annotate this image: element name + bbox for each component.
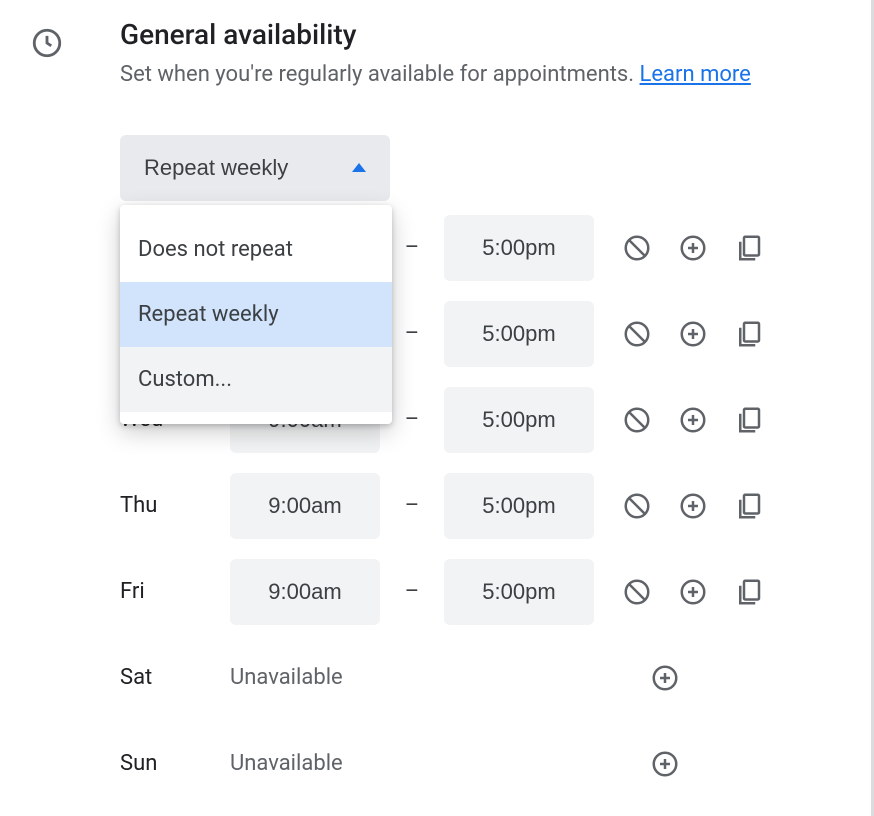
start-time-input[interactable]: 9:00am: [230, 559, 380, 625]
add-icon[interactable]: [678, 233, 708, 263]
day-label: Thu: [120, 493, 230, 518]
add-icon[interactable]: [678, 319, 708, 349]
day-actions: [650, 663, 680, 693]
unavailable-icon[interactable]: [622, 491, 652, 521]
time-separator: –: [380, 579, 444, 604]
section-subtitle: Set when you're regularly available for …: [120, 59, 751, 91]
body-area: Repeat weekly Does not repeat Repeat wee…: [120, 135, 871, 797]
time-separator: –: [380, 493, 444, 518]
day-label: Sat: [120, 665, 230, 690]
day-actions: [622, 319, 764, 349]
end-time-input[interactable]: 5:00pm: [444, 473, 594, 539]
day-actions: [622, 405, 764, 435]
repeat-dropdown-trigger[interactable]: Repeat weekly: [120, 135, 390, 201]
unavailable-icon[interactable]: [622, 577, 652, 607]
copy-icon[interactable]: [734, 577, 764, 607]
day-row-sun: Sun Unavailable: [120, 731, 871, 797]
header-text: General availability Set when you're reg…: [120, 18, 751, 91]
repeat-current-label: Repeat weekly: [144, 155, 288, 181]
unavailable-icon[interactable]: [622, 405, 652, 435]
section-title: General availability: [120, 18, 751, 51]
add-icon[interactable]: [650, 663, 680, 693]
day-actions: [650, 749, 680, 779]
unavailable-label: Unavailable: [230, 751, 594, 776]
repeat-dropdown-menu: Does not repeat Repeat weekly Custom...: [120, 205, 392, 424]
day-row-thu: Thu 9:00am – 5:00pm: [120, 473, 871, 539]
repeat-option-does-not-repeat[interactable]: Does not repeat: [120, 217, 392, 282]
end-time-input[interactable]: 5:00pm: [444, 559, 594, 625]
add-icon[interactable]: [650, 749, 680, 779]
repeat-option-repeat-weekly[interactable]: Repeat weekly: [120, 282, 392, 347]
header-row: General availability Set when you're reg…: [30, 18, 871, 91]
end-time-input[interactable]: 5:00pm: [444, 301, 594, 367]
subtitle-text: Set when you're regularly available for …: [120, 62, 640, 87]
unavailable-icon[interactable]: [622, 233, 652, 263]
add-icon[interactable]: [678, 405, 708, 435]
day-label: Fri: [120, 579, 230, 604]
day-actions: [622, 233, 764, 263]
repeat-option-custom[interactable]: Custom...: [120, 347, 392, 412]
day-actions: [622, 577, 764, 607]
add-icon[interactable]: [678, 491, 708, 521]
learn-more-link[interactable]: Learn more: [640, 62, 751, 87]
end-time-input[interactable]: 5:00pm: [444, 387, 594, 453]
day-row-fri: Fri 9:00am – 5:00pm: [120, 559, 871, 625]
day-actions: [622, 491, 764, 521]
unavailable-label: Unavailable: [230, 665, 594, 690]
start-time-input[interactable]: 9:00am: [230, 473, 380, 539]
unavailable-icon[interactable]: [622, 319, 652, 349]
copy-icon[interactable]: [734, 233, 764, 263]
clock-icon: [30, 26, 64, 60]
availability-panel: General availability Set when you're reg…: [0, 0, 874, 816]
copy-icon[interactable]: [734, 319, 764, 349]
day-label: Sun: [120, 751, 230, 776]
chevron-up-icon: [352, 163, 366, 172]
day-row-sat: Sat Unavailable: [120, 645, 871, 711]
end-time-input[interactable]: 5:00pm: [444, 215, 594, 281]
add-icon[interactable]: [678, 577, 708, 607]
copy-icon[interactable]: [734, 491, 764, 521]
copy-icon[interactable]: [734, 405, 764, 435]
